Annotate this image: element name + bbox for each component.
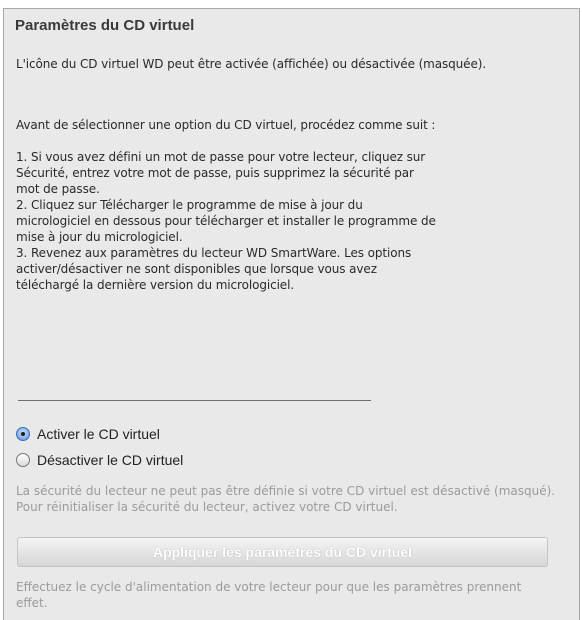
disable-virtual-cd-option[interactable]: Désactiver le CD virtuel — [16, 450, 183, 470]
steps-heading: Avant de sélectionner une option du CD v… — [16, 118, 436, 132]
step-3: 3. Revenez aux paramètres du lecteur WD … — [16, 246, 412, 292]
divider — [18, 400, 371, 401]
steps-list: 1. Si vous avez défini un mot de passe p… — [16, 149, 516, 293]
enable-virtual-cd-option[interactable]: Activer le CD virtuel — [16, 424, 160, 444]
enable-virtual-cd-radio[interactable] — [16, 427, 30, 441]
intro-text: L'icône du CD virtuel WD peut être activ… — [16, 57, 487, 71]
enable-virtual-cd-label: Activer le CD virtuel — [37, 426, 160, 442]
power-cycle-note: Effectuez le cycle d'alimentation de vot… — [16, 580, 522, 610]
apply-virtual-cd-settings-button[interactable]: Appliquer les paramètres du CD virtuel — [17, 537, 548, 567]
security-note: La sécurité du lecteur ne peut pas être … — [16, 484, 556, 514]
disable-virtual-cd-radio[interactable] — [16, 453, 30, 467]
disable-virtual-cd-label: Désactiver le CD virtuel — [37, 452, 184, 468]
virtual-cd-settings-panel — [3, 8, 580, 620]
step-2: 2. Cliquez sur Télécharger le programme … — [16, 198, 436, 244]
panel-title: Paramètres du CD virtuel — [15, 17, 195, 34]
step-1: 1. Si vous avez défini un mot de passe p… — [16, 150, 426, 196]
